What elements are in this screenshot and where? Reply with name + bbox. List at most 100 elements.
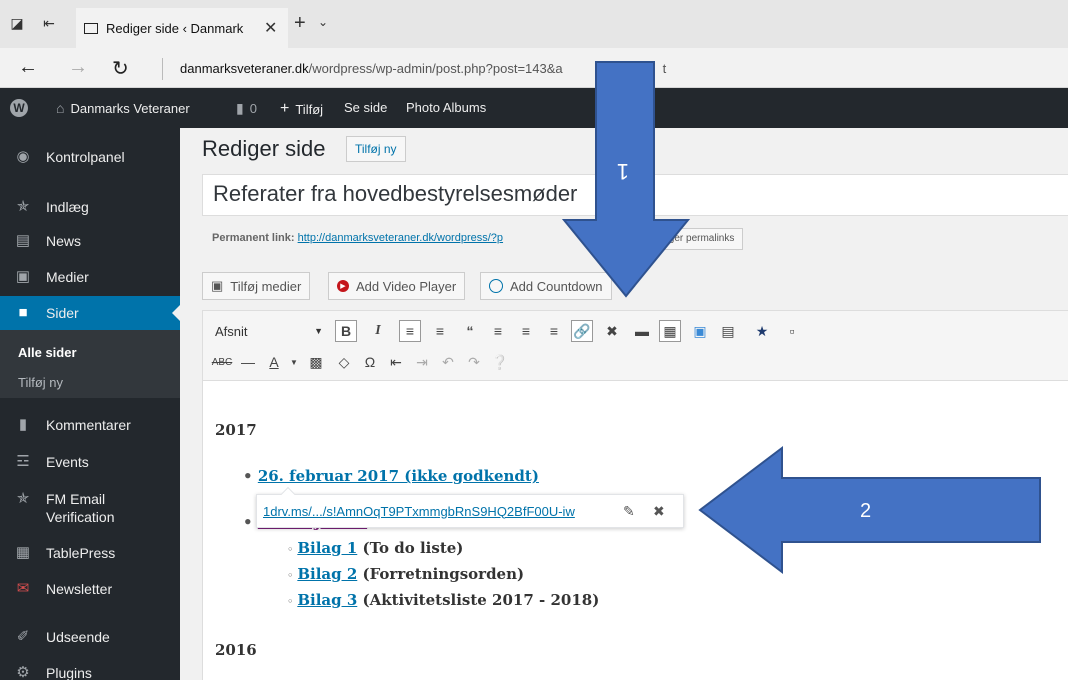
numbered-list-icon[interactable]: ≡ — [429, 320, 451, 342]
align-right-icon[interactable]: ≡ — [543, 320, 565, 342]
sidebar-item-news[interactable]: ▤ News — [0, 232, 180, 250]
wordpress-logo-icon: W — [10, 99, 28, 117]
meeting-link-feb[interactable]: 26. februar 2017 (ikke godkendt) — [258, 467, 539, 485]
site-name: Danmarks Veteraner — [70, 100, 190, 116]
undo-icon[interactable]: ↶ — [437, 351, 459, 373]
gallery-icon[interactable]: ▫ — [781, 320, 803, 342]
strikethrough-icon[interactable]: ABC — [211, 351, 233, 373]
sidebar-item-fm-email[interactable]: ✯ FM Email Verification — [0, 490, 180, 526]
sidebar-item-kontrolpanel[interactable]: ◉ Kontrolpanel — [0, 148, 180, 166]
comments-menu[interactable]: ▮ 0 — [236, 100, 257, 117]
format-select[interactable]: Afsnit ▼ — [211, 319, 327, 343]
refresh-icon[interactable]: ↻ — [112, 56, 129, 81]
edit-link-pencil-icon[interactable]: ✎ — [623, 503, 635, 520]
help-icon[interactable]: ❔ — [489, 351, 511, 373]
toolbar-toggle-icon[interactable]: ▦ — [659, 320, 681, 342]
permalink-url[interactable]: http://danmarksveteraner.dk/wordpress/?p — [298, 232, 503, 244]
tab-actions-icon[interactable]: ◪ — [8, 14, 26, 32]
link-icon[interactable]: 🔗 — [571, 320, 593, 342]
new-content-menu[interactable]: + Tilføj — [280, 100, 323, 118]
new-tab-icon[interactable]: + — [294, 12, 306, 35]
sidebar-item-sider[interactable]: ■ Sider — [0, 296, 180, 330]
special-character-icon[interactable]: Ω — [359, 351, 381, 373]
bilag-3-text: (Aktivitetsliste 2017 - 2018) — [357, 591, 600, 609]
post-title-input[interactable]: Referater fra hovedbestyrelsesmøder — [202, 174, 1068, 216]
sidebar-item-label: Kontrolpanel — [46, 149, 125, 165]
clock-icon — [489, 279, 503, 293]
sidebar-item-indlaeg[interactable]: ✯ Indlæg — [0, 198, 180, 216]
sidebar-item-udseende[interactable]: ✐ Udseende — [0, 628, 180, 646]
site-name-menu[interactable]: ⌂ Danmarks Veteraner — [56, 100, 190, 116]
forward-icon[interactable]: → — [68, 56, 88, 79]
sidebar-item-plugins[interactable]: ⚙ Plugins — [0, 664, 180, 680]
page-icon: ■ — [18, 304, 28, 321]
indent-icon[interactable]: ⇥ — [411, 351, 433, 373]
editor-toolbar: Afsnit ▼ B I ≡ ≡ “ ≡ ≡ ≡ 🔗 ✖ ▬ ▦ ▣ ▤ ★ ▫… — [203, 311, 1068, 381]
edit-permalinks-button[interactable]: diger permalinks — [652, 228, 744, 250]
address-bar: ← → ↻ danmarksveteraner.dk/wordpress/wp-… — [0, 48, 1068, 88]
view-page-link[interactable]: Se side — [344, 100, 387, 115]
page-title: Rediger side — [202, 136, 326, 161]
dashboard-icon: ◉ — [16, 148, 30, 165]
sidebar-item-label: Plugins — [46, 665, 92, 680]
sub-bullet: ◦ — [287, 595, 298, 608]
tab-preview-chevron-icon[interactable]: ⌄ — [318, 15, 328, 29]
chevron-down-icon: ▼ — [314, 326, 323, 336]
bullet-list-icon[interactable]: ≡ — [399, 320, 421, 342]
set-aside-tabs-icon[interactable]: ⇤ — [40, 14, 58, 32]
add-video-player-button[interactable]: ▶ Add Video Player — [328, 272, 466, 300]
add-countdown-button[interactable]: Add Countdown — [480, 272, 612, 300]
close-tab-icon[interactable]: ✕ — [264, 18, 277, 38]
insert-image-icon[interactable]: ▣ — [689, 320, 711, 342]
blockquote-icon[interactable]: “ — [459, 320, 481, 342]
submenu-all-pages[interactable]: Alle sider — [18, 345, 77, 360]
sub-bullet: ◦ — [287, 543, 298, 556]
list-item: ◦ Bilag 1 (To do liste) — [287, 539, 463, 557]
align-left-icon[interactable]: ≡ — [487, 320, 509, 342]
outdent-icon[interactable]: ⇤ — [385, 351, 407, 373]
media-icon: ▣ — [211, 278, 224, 293]
document-icon: ▤ — [15, 232, 31, 249]
clear-formatting-icon[interactable]: ◇ — [333, 351, 355, 373]
sidebar-item-kommentarer[interactable]: ▮ Kommentarer — [0, 416, 180, 434]
bilag-2-link[interactable]: Bilag 2 — [297, 565, 357, 583]
star-icon[interactable]: ★ — [751, 320, 773, 342]
back-icon[interactable]: ← — [18, 56, 38, 79]
horizontal-line-icon[interactable]: — — [237, 351, 259, 373]
redo-icon[interactable]: ↷ — [463, 351, 485, 373]
unlink-icon[interactable]: ✖ — [601, 320, 623, 342]
sidebar-item-label-line1: FM Email — [46, 491, 106, 507]
sidebar-item-label: Sider — [46, 305, 79, 321]
sidebar-item-tablepress[interactable]: ▦ TablePress — [0, 544, 180, 562]
bold-button[interactable]: B — [335, 320, 357, 342]
chevron-down-icon[interactable]: ▼ — [283, 351, 305, 373]
paste-text-icon[interactable]: ▩ — [305, 351, 327, 373]
table-icon[interactable]: ▤ — [717, 320, 739, 342]
sidebar-item-newsletter[interactable]: ✉ Newsletter — [0, 580, 180, 598]
sidebar-item-medier[interactable]: ▣ Medier — [0, 268, 180, 286]
sidebar-item-events[interactable]: ☲ Events — [0, 453, 180, 471]
link-url[interactable]: 1drv.ms/.../s!AmnOqT9PTxmmgbRnS9HQ2BfF00… — [263, 504, 575, 519]
wp-logo-menu[interactable]: W — [10, 99, 28, 117]
bilag-1-link[interactable]: Bilag 1 — [297, 539, 357, 557]
photo-albums-link[interactable]: Photo Albums — [406, 100, 486, 115]
list-item: • 26. februar 2017 (ikke godkendt) — [243, 467, 539, 485]
wp-admin-bar: W ⌂ Danmarks Veteraner ▮ 0 + Tilføj Se s… — [0, 88, 1068, 128]
year-heading-2016: 2016 — [215, 641, 257, 659]
add-countdown-label: Add Countdown — [510, 278, 603, 294]
text-color-icon[interactable]: A — [263, 351, 285, 373]
italic-button[interactable]: I — [367, 320, 389, 342]
browser-tab[interactable]: Rediger side ‹ Danmark ✕ — [76, 8, 288, 48]
submenu-add-new[interactable]: Tilføj ny — [18, 375, 63, 390]
admin-sidebar: ◉ Kontrolpanel ✯ Indlæg ▤ News ▣ Medier … — [0, 128, 180, 680]
url-field[interactable]: danmarksveteraner.dk/wordpress/wp-admin/… — [180, 61, 666, 76]
add-media-button[interactable]: ▣ Tilføj medier — [202, 272, 311, 300]
add-new-page-button[interactable]: Tilføj ny — [346, 136, 406, 162]
remove-link-icon[interactable]: ✖ — [653, 503, 665, 520]
align-center-icon[interactable]: ≡ — [515, 320, 537, 342]
editor-content[interactable]: 2017 • 26. februar 2017 (ikke godkendt) … — [203, 381, 1068, 680]
read-more-icon[interactable]: ▬ — [631, 320, 653, 342]
sidebar-item-label: Udseende — [46, 629, 110, 645]
sub-bullet: ◦ — [287, 569, 298, 582]
bilag-3-link[interactable]: Bilag 3 — [297, 591, 357, 609]
